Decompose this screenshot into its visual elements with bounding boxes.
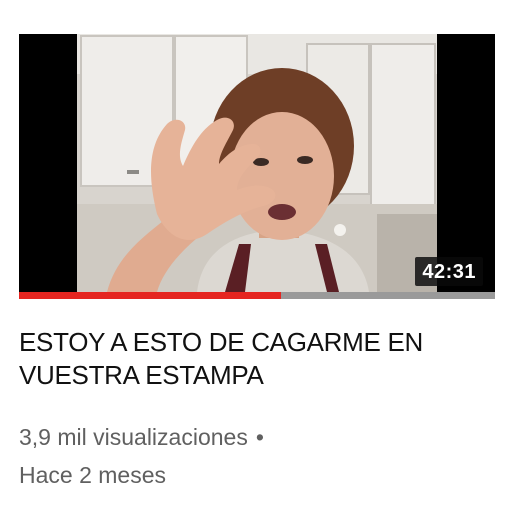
separator-dot: • xyxy=(255,424,264,450)
video-title[interactable]: ESTOY A ESTO DE CAGARME EN VUESTRA ESTAM… xyxy=(19,326,489,392)
video-thumbnail[interactable]: 42:31 xyxy=(19,34,495,292)
video-card[interactable]: 42:31 ESTOY A ESTO DE CAGARME EN VUESTRA… xyxy=(0,0,512,512)
view-count: 3,9 mil visualizaciones xyxy=(19,424,248,450)
video-metadata: 3,9 mil visualizaciones • Hace 2 meses xyxy=(19,418,264,494)
views-line: 3,9 mil visualizaciones • xyxy=(19,418,264,456)
watch-progress-bar xyxy=(19,292,495,299)
duration-badge: 42:31 xyxy=(415,257,483,286)
watch-progress-fill xyxy=(19,292,281,299)
thumbnail-image xyxy=(77,34,437,292)
upload-age: Hace 2 meses xyxy=(19,462,167,488)
